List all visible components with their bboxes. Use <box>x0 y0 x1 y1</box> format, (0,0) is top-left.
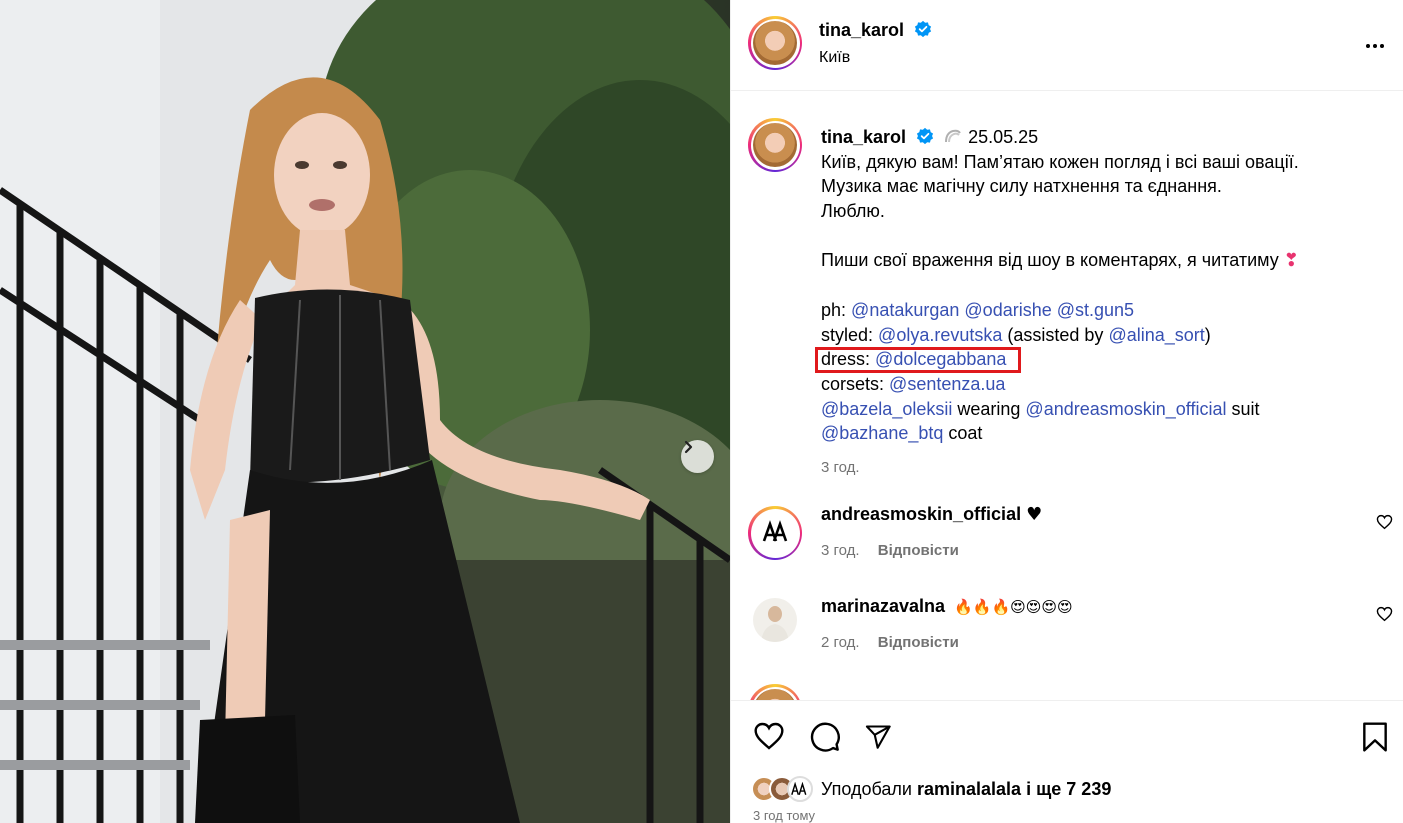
mention-link[interactable]: @odarishe <box>964 300 1051 320</box>
author-username[interactable]: tina_karol <box>819 20 904 40</box>
comment-time[interactable]: 3 год. <box>821 542 860 559</box>
comment-like-button[interactable] <box>1376 606 1393 627</box>
author-username-row[interactable]: tina_karol <box>819 20 932 41</box>
heart-outline-icon <box>1376 514 1393 530</box>
credit-text: suit <box>1231 398 1260 419</box>
credit-text: (assisted by <box>1007 324 1104 345</box>
comment-item-partial <box>731 680 1403 700</box>
mention-link[interactable]: @andreasmoskin_official <box>1025 399 1226 419</box>
likes-summary[interactable]: Уподобали raminalalala і ще 7 239 <box>751 774 1111 804</box>
credit-wearing: @bazela_oleksii wearing @andreasmoskin_o… <box>821 397 1381 422</box>
comment-text: 🔥🔥🔥😍😍😍😍 <box>954 598 1073 616</box>
reply-button[interactable]: Відповісти <box>878 634 959 651</box>
post-action-bar <box>731 700 1403 823</box>
mention-link[interactable]: @st.gun5 <box>1057 300 1134 320</box>
next-photo-button[interactable] <box>681 440 714 473</box>
mention-link[interactable]: @dolcegabbana <box>875 349 1006 369</box>
avatar-photo <box>753 598 797 642</box>
comment-meta: 3 год. Відповісти <box>821 542 959 559</box>
more-options-icon <box>1366 44 1384 48</box>
credit-label: ph: <box>821 300 847 321</box>
comment-username-row: marinazavalna 🔥🔥🔥😍😍😍😍 <box>821 596 1073 617</box>
credit-photographers: ph: @natakurgan @odarishe @st.gun5 <box>821 298 1381 323</box>
credit-corsets: corsets: @sentenza.ua <box>821 372 1381 397</box>
caption-line: Київ, дякую вам! Пам’ятаю кожен погляд і… <box>821 151 1299 172</box>
heart-outline-icon <box>754 722 784 750</box>
share-plane-icon <box>865 725 891 749</box>
verified-badge-icon <box>914 20 932 38</box>
caption-header: tina_karol 25.05.25 <box>821 125 1381 150</box>
mention-link[interactable]: @natakurgan <box>851 300 959 320</box>
posted-time-ago[interactable]: 3 год тому <box>753 808 815 823</box>
more-options-button[interactable] <box>1363 34 1387 63</box>
heart-outline-icon <box>1376 606 1393 622</box>
comment-text: ♥ <box>1026 504 1043 525</box>
likes-count[interactable]: ще 7 239 <box>1036 779 1111 799</box>
caption-line: Музика має магічну силу натхнення та єдн… <box>821 176 1222 197</box>
comment-avatar[interactable] <box>748 506 802 560</box>
comment-username[interactable]: marinazavalna <box>821 596 945 616</box>
credit-label: dress: <box>821 349 871 370</box>
comment-username[interactable]: andreasmoskin_official <box>821 504 1021 524</box>
likes-user[interactable]: raminalalala <box>917 779 1021 799</box>
reply-button[interactable]: Відповісти <box>878 542 959 559</box>
credit-text: coat <box>948 423 983 444</box>
likes-prefix: Уподобали <box>821 778 912 799</box>
comment-username-row: andreasmoskin_official ♥ <box>821 504 1042 525</box>
mention-link[interactable]: @olya.revutska <box>878 325 1002 345</box>
mention-link[interactable]: @bazhane_btq <box>821 423 943 443</box>
caption-line-text: Пиши свої враження від шоу в коментарях,… <box>821 249 1279 270</box>
heart-exclamation-icon: ❣ <box>1283 249 1299 271</box>
aa-logo-icon <box>791 782 807 795</box>
mention-link[interactable]: @alina_sort <box>1108 325 1204 345</box>
comment-avatar[interactable] <box>753 598 797 642</box>
credit-label: corsets: <box>821 373 885 394</box>
credit-dress: dress: @dolcegabbana <box>815 347 1381 374</box>
bookmark-icon <box>1363 722 1387 752</box>
caption-author-avatar[interactable] <box>748 118 802 172</box>
credit-text: ) <box>1204 324 1211 345</box>
verified-badge-icon <box>916 127 934 145</box>
caption-time-ago[interactable]: 3 год. <box>821 456 1381 481</box>
share-button[interactable] <box>863 723 893 756</box>
photo-illustration <box>0 0 730 823</box>
credit-text: wearing <box>957 398 1021 419</box>
comment-time[interactable]: 2 год. <box>821 634 860 651</box>
caption-line-with-heart: Пиши свої враження від шоу в коментарях,… <box>821 248 1381 274</box>
save-button[interactable] <box>1361 721 1389 758</box>
comment-meta: 2 год. Відповісти <box>821 634 959 651</box>
comment-like-button[interactable] <box>1376 514 1393 535</box>
credit-label: styled: <box>821 324 874 345</box>
post-date: 25.05.25 <box>968 127 1039 147</box>
credit-coat: @bazhane_btq coat <box>821 421 1381 446</box>
mention-link[interactable]: @bazela_oleksii <box>821 399 952 419</box>
likes-text: Уподобали raminalalala і ще 7 239 <box>821 779 1111 800</box>
author-avatar[interactable] <box>748 16 802 70</box>
mention-link[interactable]: @sentenza.ua <box>889 374 1005 394</box>
post-location[interactable]: Київ <box>819 49 850 67</box>
caption-line: Люблю. <box>821 200 885 221</box>
comments-scroll-area[interactable]: tina_karol 25.05.25 Київ, дякую вам! Пам… <box>731 92 1403 700</box>
caption-text: tina_karol 25.05.25 Київ, дякую вам! Пам… <box>815 118 1381 481</box>
likes-and: і <box>1026 778 1032 799</box>
post-side-panel: tina_karol Київ tina_karol 25.05.25 Київ… <box>730 0 1403 823</box>
comment-item: andreasmoskin_official ♥ 3 год. Відповіс… <box>731 496 1403 576</box>
like-button[interactable] <box>753 721 785 756</box>
liker-avatar <box>787 776 813 802</box>
post-header: tina_karol Київ <box>731 0 1403 91</box>
caption-line <box>821 223 1381 248</box>
aa-logo-icon <box>753 511 797 555</box>
post-photo[interactable] <box>0 0 730 823</box>
chevron-right-icon <box>684 440 693 454</box>
comment-button[interactable] <box>809 721 841 758</box>
caption-username[interactable]: tina_karol <box>821 127 906 147</box>
credit-styled: styled: @olya.revutska (assisted by @ali… <box>821 323 1381 348</box>
paid-partnership-icon <box>945 129 961 143</box>
comment-item: marinazavalna 🔥🔥🔥😍😍😍😍 2 год. Відповісти <box>731 588 1403 668</box>
comment-avatar[interactable] <box>748 684 802 700</box>
comment-bubble-icon <box>810 722 840 752</box>
